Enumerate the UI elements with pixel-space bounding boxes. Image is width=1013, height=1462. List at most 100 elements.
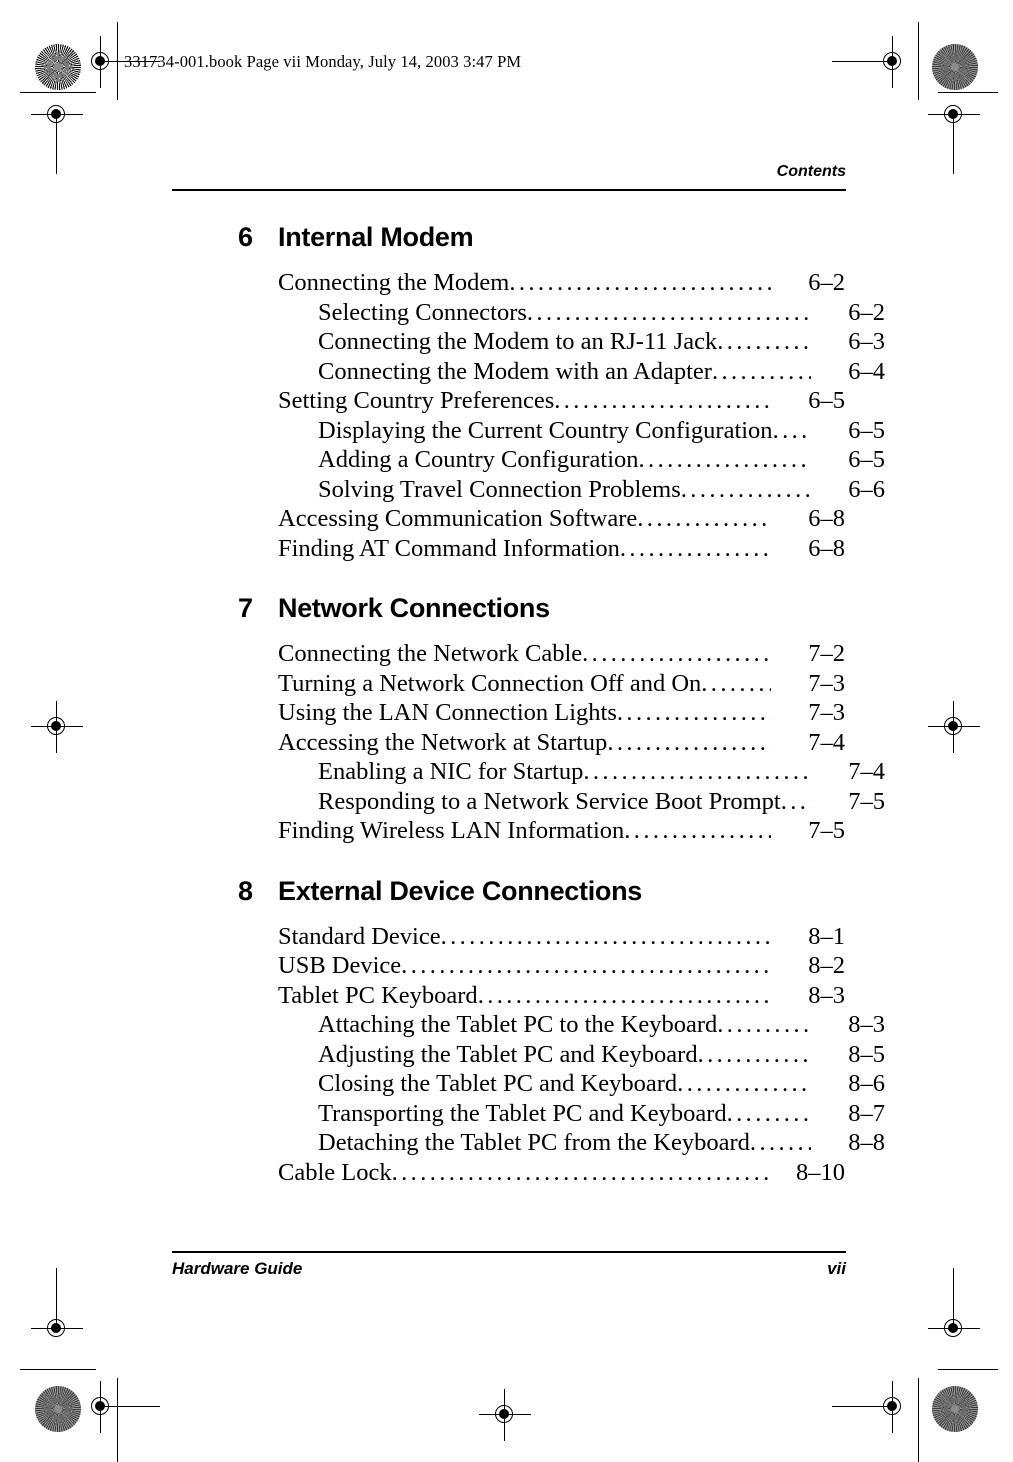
toc-entry-page-number: 6–5 bbox=[808, 387, 845, 414]
toc-entry[interactable]: Finding Wireless LAN Information........… bbox=[278, 816, 845, 846]
toc-entry-list: Connecting the Network Cable............… bbox=[0, 639, 1013, 846]
chapter-number: 7 bbox=[238, 593, 253, 623]
toc-dot-leader: ........................................… bbox=[638, 446, 811, 473]
toc-entry-label: Connecting the Modem with an Adapter bbox=[318, 357, 712, 385]
toc-entry-page-number: 8–5 bbox=[848, 1040, 885, 1068]
toc-entry-page-number: 8–2 bbox=[808, 952, 845, 979]
toc-dot-leader: ........................................… bbox=[583, 758, 811, 785]
toc-chapter: 6 Internal Modem Connecting the Modem.....… bbox=[0, 222, 1013, 563]
toc-entry[interactable]: Responding to a Network Service Boot Pro… bbox=[278, 787, 885, 817]
chapter-title-text: External Device Connections bbox=[278, 875, 643, 906]
toc-entry[interactable]: Connecting the Network Cable............… bbox=[278, 639, 845, 669]
chapter-spacer bbox=[0, 846, 1013, 876]
toc-entry-page-number: 8–7 bbox=[848, 1099, 885, 1127]
toc-entry[interactable]: Tablet PC Keyboard......................… bbox=[278, 981, 845, 1011]
toc-dot-leader: ........................................… bbox=[624, 817, 771, 844]
toc-entry-page-number: 7–5 bbox=[848, 787, 885, 815]
toc-entry-label: Attaching the Tablet PC to the Keyboard bbox=[318, 1011, 718, 1038]
toc-dot-leader: ........................................… bbox=[477, 981, 771, 1009]
toc-entry-page-number: 8–3 bbox=[808, 981, 845, 1009]
toc-dot-leader: ........................................… bbox=[697, 1040, 811, 1068]
toc-dot-leader: ........................................… bbox=[726, 1099, 811, 1127]
toc-entry-label: Connecting the Network Cable bbox=[278, 640, 583, 667]
toc-entry[interactable]: Attaching the Tablet PC to the Keyboard.… bbox=[278, 1010, 885, 1040]
toc-chapter: 8 External Device Connections Standard Dev… bbox=[0, 876, 1013, 1188]
toc-entry-label: Enabling a NIC for Startup bbox=[318, 758, 584, 785]
page-footer: Hardware Guide vii bbox=[172, 1259, 846, 1279]
toc-entry-page-number: 8–6 bbox=[848, 1070, 885, 1097]
toc-entry-label: Detaching the Tablet PC from the Keyboar… bbox=[318, 1129, 750, 1156]
toc-entry-page-number: 8–10 bbox=[796, 1158, 845, 1186]
toc-entry-page-number: 7–2 bbox=[808, 640, 845, 667]
toc-entry-label: Displaying the Current Country Configura… bbox=[318, 416, 773, 444]
toc-dot-leader: ........................................… bbox=[717, 328, 811, 355]
toc-dot-leader: ........................................… bbox=[607, 728, 771, 756]
toc-entry-label: Cable Lock bbox=[278, 1158, 392, 1186]
toc-dot-leader: ........................................… bbox=[701, 669, 771, 697]
toc-entry[interactable]: Connecting the Modem to an RJ-11 Jack...… bbox=[278, 327, 885, 357]
toc-dot-leader: ........................................… bbox=[677, 1070, 811, 1097]
chapter-title-text: Network Connections bbox=[278, 593, 550, 623]
toc-entry[interactable]: Adjusting the Tablet PC and Keyboard....… bbox=[278, 1040, 885, 1070]
toc-dot-leader: ........................................… bbox=[637, 505, 771, 532]
chapter-number: 6 bbox=[238, 222, 253, 252]
toc-entry-page-number: 6–4 bbox=[848, 357, 885, 385]
toc-entry-page-number: 6–3 bbox=[848, 328, 885, 355]
toc-entry-label: Responding to a Network Service Boot Pro… bbox=[318, 787, 781, 815]
toc-entry-label: Tablet PC Keyboard bbox=[278, 981, 478, 1009]
toc-entry-page-number: 8–3 bbox=[848, 1011, 885, 1038]
toc-entry[interactable]: Adding a Country Configuration..........… bbox=[278, 445, 885, 475]
toc-entry[interactable]: Solving Travel Connection Problems......… bbox=[278, 475, 885, 505]
toc-entry-page-number: 6–2 bbox=[808, 269, 845, 296]
toc-entry[interactable]: Using the LAN Connection Lights.........… bbox=[278, 698, 845, 728]
toc-entry-page-number: 7–5 bbox=[808, 817, 845, 844]
toc-entry[interactable]: Turning a Network Connection Off and On.… bbox=[278, 669, 845, 699]
toc-entry-label: Adjusting the Tablet PC and Keyboard bbox=[318, 1040, 698, 1068]
toc-entry[interactable]: Closing the Tablet PC and Keyboard......… bbox=[278, 1069, 885, 1099]
toc-entry[interactable]: Detaching the Tablet PC from the Keyboar… bbox=[278, 1128, 885, 1158]
toc-dot-leader: ........................................… bbox=[401, 952, 771, 979]
toc-entry[interactable]: Accessing Communication Software........… bbox=[278, 504, 845, 534]
toc-entry[interactable]: Finding AT Command Information..........… bbox=[278, 534, 845, 564]
toc-entry[interactable]: Standard Device.........................… bbox=[278, 922, 845, 952]
toc-dot-leader: ........................................… bbox=[582, 640, 771, 667]
toc-entry-list: Connecting the Modem....................… bbox=[0, 268, 1013, 563]
table-of-contents: 6 Internal Modem Connecting the Modem.....… bbox=[0, 222, 1013, 1187]
footer-page-number: vii bbox=[827, 1259, 846, 1278]
toc-entry-page-number: 6–2 bbox=[848, 298, 885, 326]
toc-entry[interactable]: Cable Lock..............................… bbox=[278, 1158, 845, 1188]
toc-entry[interactable]: USB Device..............................… bbox=[278, 951, 845, 981]
toc-entry-page-number: 6–6 bbox=[848, 475, 885, 503]
chapter-heading: 6 Internal Modem bbox=[238, 222, 1013, 253]
toc-dot-leader: ........................................… bbox=[772, 416, 811, 444]
toc-dot-leader: ........................................… bbox=[509, 269, 771, 296]
toc-dot-leader: ........................................… bbox=[717, 1011, 811, 1038]
toc-dot-leader: ........................................… bbox=[711, 357, 811, 385]
toc-entry-page-number: 6–5 bbox=[848, 446, 885, 473]
toc-entry-page-number: 8–8 bbox=[848, 1129, 885, 1156]
toc-dot-leader: ........................................… bbox=[391, 1158, 771, 1186]
toc-entry[interactable]: Transporting the Tablet PC and Keyboard.… bbox=[278, 1099, 885, 1129]
toc-entry[interactable]: Displaying the Current Country Configura… bbox=[278, 416, 885, 446]
toc-entry[interactable]: Setting Country Preferences.............… bbox=[278, 386, 845, 416]
toc-entry-label: Transporting the Tablet PC and Keyboard bbox=[318, 1099, 727, 1127]
toc-entry[interactable]: Selecting Connectors....................… bbox=[278, 298, 885, 328]
toc-dot-leader: ........................................… bbox=[616, 699, 771, 726]
toc-entry[interactable]: Enabling a NIC for Startup..............… bbox=[278, 757, 885, 787]
toc-dot-leader: ........................................… bbox=[780, 787, 811, 815]
toc-entry[interactable]: Accessing the Network at Startup........… bbox=[278, 728, 845, 758]
toc-entry-label: Accessing Communication Software bbox=[278, 505, 638, 532]
toc-entry-label: Turning a Network Connection Off and On bbox=[278, 669, 702, 697]
toc-entry[interactable]: Connecting the Modem with an Adapter....… bbox=[278, 357, 885, 387]
toc-entry-list: Standard Device.........................… bbox=[0, 922, 1013, 1188]
toc-entry-page-number: 6–8 bbox=[808, 534, 845, 562]
toc-entry-page-number: 7–3 bbox=[808, 669, 845, 697]
toc-entry-label: Finding Wireless LAN Information bbox=[278, 817, 625, 844]
toc-entry-label: Solving Travel Connection Problems bbox=[318, 475, 681, 503]
toc-entry[interactable]: Connecting the Modem....................… bbox=[278, 268, 845, 298]
chapter-spacer bbox=[0, 563, 1013, 593]
toc-entry-label: Accessing the Network at Startup bbox=[278, 728, 608, 756]
chapter-number: 8 bbox=[238, 875, 253, 906]
toc-dot-leader: ........................................… bbox=[440, 922, 771, 950]
toc-entry-page-number: 7–4 bbox=[808, 728, 845, 756]
